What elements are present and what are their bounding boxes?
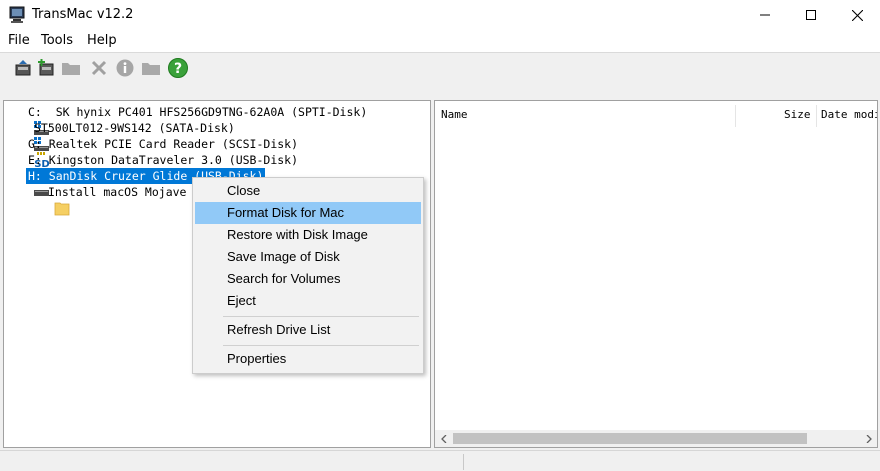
chevron-right-icon	[866, 434, 872, 443]
tree-item-label: E: Kingston DataTraveler 3.0 (USB-Disk)	[28, 153, 299, 167]
toolbar-info-button[interactable]	[114, 57, 136, 79]
close-icon	[851, 9, 863, 21]
menu-help[interactable]: Help	[87, 33, 117, 48]
scrollbar-thumb[interactable]	[453, 433, 807, 444]
column-header-size[interactable]: Size	[784, 108, 811, 121]
drive-context-menu: Close Format Disk for Mac Restore with D…	[192, 177, 424, 374]
menu-item-format-disk-for-mac[interactable]: Format Disk for Mac	[195, 202, 421, 224]
title-bar: TransMac v12.2	[0, 0, 880, 30]
file-list-pane: Name Size Date modi	[434, 100, 878, 448]
maximize-icon	[806, 10, 816, 20]
menu-separator	[223, 345, 419, 346]
info-icon	[116, 59, 134, 77]
tree-item-drive-e[interactable]: E: Kingston DataTraveler 3.0 (USB-Disk)	[6, 152, 426, 180]
new-folder-icon	[142, 63, 160, 75]
maximize-button[interactable]	[788, 0, 834, 30]
toolbar-new-folder-button[interactable]	[140, 57, 162, 79]
menu-tools[interactable]: Tools	[41, 33, 73, 48]
menu-item-search-for-volumes[interactable]: Search for Volumes	[195, 268, 421, 290]
delete-icon	[91, 60, 107, 76]
toolbar-folder-button[interactable]	[60, 57, 82, 79]
menu-item-restore-with-disk-image[interactable]: Restore with Disk Image	[195, 224, 421, 246]
toolbar: ?	[0, 52, 880, 98]
toolbar-delete-button[interactable]	[88, 57, 110, 79]
minimize-button[interactable]	[742, 0, 788, 30]
menu-item-refresh-drive-list[interactable]: Refresh Drive List	[195, 319, 421, 341]
menu-separator	[223, 316, 419, 317]
tree-item-label: Install macOS Mojave	[48, 185, 187, 199]
close-button[interactable]	[834, 0, 880, 30]
toolbar-add-button[interactable]	[35, 57, 57, 79]
menu-bar: File Tools Help	[0, 30, 880, 52]
menu-file[interactable]: File	[8, 33, 30, 48]
status-divider	[463, 454, 464, 470]
transmac-app-icon	[9, 6, 25, 23]
help-icon: ?	[168, 58, 188, 78]
column-separator[interactable]	[735, 105, 736, 127]
tree-item-drive-g[interactable]: SD G: Realtek PCIE Card Reader (SCSI-Dis…	[6, 136, 426, 168]
menu-item-eject[interactable]: Eject	[195, 290, 421, 312]
tree-item-label: C: SK hynix PC401 HFS256GD9TNG-62A0A (SP…	[28, 105, 368, 119]
tree-item-st500[interactable]: ST500LT012-9WS142 (SATA-Disk)	[6, 120, 426, 151]
menu-item-save-image-of-disk[interactable]: Save Image of Disk	[195, 246, 421, 268]
tree-item-label: ST500LT012-9WS142 (SATA-Disk)	[34, 121, 235, 135]
scroll-left-button[interactable]	[435, 430, 452, 447]
window-title: TransMac v12.2	[32, 7, 134, 22]
svg-text:?: ?	[174, 61, 182, 77]
folder-icon	[62, 63, 80, 75]
add-icon	[38, 59, 54, 76]
menu-item-properties[interactable]: Properties	[195, 348, 421, 370]
toolbar-open-disk-image-button[interactable]	[12, 57, 34, 79]
column-header-name[interactable]: Name	[441, 108, 468, 121]
horizontal-scrollbar[interactable]	[435, 430, 877, 447]
menu-item-close[interactable]: Close	[195, 180, 421, 202]
scroll-right-button[interactable]	[860, 430, 877, 447]
folder-icon	[54, 202, 70, 216]
chevron-left-icon	[440, 434, 446, 443]
toolbar-help-button[interactable]: ?	[167, 57, 189, 79]
column-header-date-modified[interactable]: Date modi	[821, 108, 877, 121]
open-disk-image-icon	[15, 60, 31, 76]
tree-item-label: G: Realtek PCIE Card Reader (SCSI-Disk)	[28, 137, 299, 151]
minimize-icon	[760, 14, 770, 16]
column-separator[interactable]	[816, 105, 817, 127]
status-bar	[0, 450, 880, 471]
tree-item-drive-c[interactable]: C: SK hynix PC401 HFS256GD9TNG-62A0A (SP…	[6, 104, 426, 135]
